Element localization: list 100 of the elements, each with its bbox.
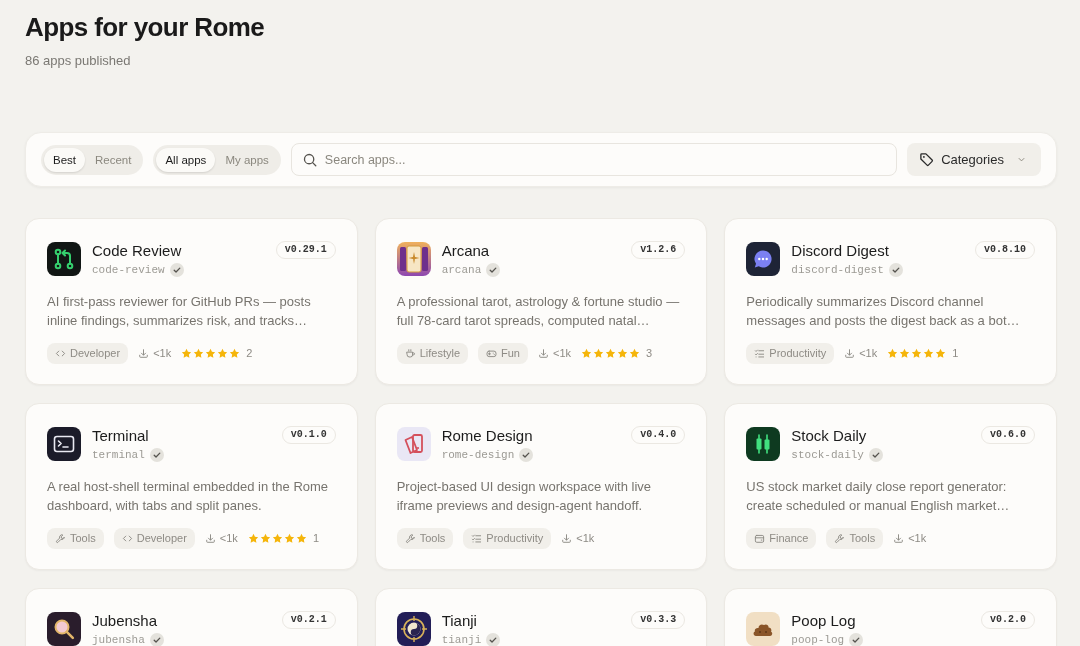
download-icon [138, 348, 150, 359]
app-name: Rome Design [441, 427, 533, 445]
app-card[interactable]: Tianji tianji v0.3.3 [374, 588, 708, 646]
wrench-icon [834, 533, 846, 544]
categories-button[interactable]: Categories [907, 143, 1041, 176]
chat-bubble-icon [746, 242, 781, 276]
app-name: Terminal [92, 427, 149, 445]
wallet-icon [754, 533, 766, 544]
version-badge: v0.2.0 [980, 611, 1035, 629]
code-icon [121, 533, 133, 544]
tag-label: Developer [136, 531, 187, 547]
app-slug: poop-log [791, 633, 845, 646]
app-card[interactable]: Rome Design rome-design v0.4.0 Project-based UI design workspace with live iframe previews and design-agent handoff. Tools Productivity <1k [374, 403, 708, 570]
download-count: <1k [908, 531, 927, 547]
yin-yang-icon [396, 612, 431, 646]
app-name: Arcana [441, 242, 490, 260]
app-slug: code-review [92, 263, 165, 278]
tag-label: Fun [501, 346, 520, 362]
star-icon [193, 348, 205, 359]
star-icon [887, 348, 899, 359]
page-title: Apps for your Rome [25, 11, 266, 44]
star-icon [283, 533, 295, 544]
version-badge: v0.4.0 [631, 426, 686, 444]
app-name: Poop Log [791, 612, 856, 630]
app-card[interactable]: Stock Daily stock-daily v0.6.0 US stock market daily close report generator: create scheduled or manual English market… Finance Tools <1k [724, 403, 1057, 570]
tag-label: Tools [419, 531, 446, 547]
star-icon [259, 533, 271, 544]
star-icon [247, 533, 259, 544]
star-icon [295, 533, 307, 544]
tag-label: Developer [70, 346, 121, 362]
tag-icon [919, 152, 935, 167]
version-badge: v1.2.6 [631, 241, 686, 259]
download-icon [893, 533, 905, 544]
checklist-icon [754, 348, 766, 359]
candlestick-icon [746, 427, 781, 461]
tag-label: Tools [849, 531, 876, 547]
star-icon [923, 348, 935, 359]
cup-icon [404, 348, 416, 359]
app-description: A professional tarot, astrology & fortune studio — full 78-card tarot spreads, computed natal… [396, 293, 681, 330]
star-icon [605, 348, 617, 359]
app-description: AI first-pass reviewer for GitHub PRs — posts inline findings, summarizes risk, and tracks… [47, 293, 312, 330]
download-icon [561, 533, 573, 544]
terminal-icon [47, 427, 81, 461]
star-icon [911, 348, 923, 359]
tag-label: Productivity [486, 531, 544, 547]
app-name: Tianji [441, 612, 477, 630]
rating-count: 1 [952, 346, 959, 362]
branch-icon [47, 242, 81, 276]
download-count: <1k [553, 346, 572, 362]
star-icon [629, 348, 641, 359]
version-badge: v0.29.1 [275, 241, 336, 259]
rating-count: 1 [312, 531, 319, 547]
rating-count: 3 [646, 346, 653, 362]
app-slug: arcana [441, 263, 482, 278]
app-card[interactable]: Terminal terminal v0.1.0 A real host-shell terminal embedded in the Rome dashboard, with tabs and split panes. Tools Developer <1k 1 [25, 403, 358, 570]
tarot-card-icon [396, 242, 431, 276]
checklist-icon [471, 533, 483, 544]
star-icon [229, 348, 241, 359]
version-badge: v0.1.0 [281, 426, 336, 444]
wrench-icon [404, 533, 416, 544]
star-icon [205, 348, 217, 359]
app-description: Project-based UI design workspace with live iframe previews and design-agent handoff. [396, 478, 652, 515]
app-description: Periodically summarizes Discord channel messages and posts the digest back as a bot… [746, 293, 1021, 330]
download-count: <1k [153, 346, 172, 362]
app-card[interactable]: Discord Digest discord-digest v0.8.10 Periodically summarizes Discord channel messages and posts the digest back as a bot… Productivity <1k 1 [724, 218, 1057, 385]
download-icon [538, 348, 549, 359]
search-field[interactable]: Search apps... [290, 143, 898, 176]
version-badge: v0.8.10 [974, 241, 1035, 259]
app-slug: tianji [441, 633, 482, 646]
download-count: <1k [219, 531, 238, 547]
version-badge: v0.2.1 [281, 611, 336, 629]
app-slug: rome-design [441, 448, 515, 463]
search-icon [302, 153, 317, 167]
app-slug: jubensha [92, 633, 145, 646]
app-name: Discord Digest [791, 242, 889, 260]
app-card[interactable]: Arcana arcana v1.2.6 A professional tarot, astrology & fortune studio — full 78-card tarot spreads, computed natal… Lifestyle Fun <1k 3 [374, 218, 708, 385]
app-card[interactable]: Code Review code-review v0.29.1 AI first-pass reviewer for GitHub PRs — posts inline findings, summarizes risk, and tracks… Developer <1k 2 [25, 218, 358, 385]
star-icon [581, 348, 593, 359]
tag-label: Lifestyle [419, 346, 460, 362]
star-icon [271, 533, 283, 544]
rating-count: 2 [246, 346, 253, 362]
wrench-icon [55, 533, 66, 544]
app-slug: discord-digest [791, 263, 884, 278]
app-slug: stock-daily [791, 448, 864, 463]
filter-tab[interactable]: Best [44, 147, 85, 172]
download-count: <1k [576, 531, 595, 547]
star-icon [617, 348, 629, 359]
poop-icon [746, 612, 781, 646]
download-icon [204, 533, 216, 544]
apps-count: 86 apps published [25, 52, 131, 70]
filter-tab[interactable]: All apps [156, 147, 216, 172]
tag-label: Tools [70, 531, 96, 547]
app-card[interactable]: Poop Log poop-log v0.2.0 [724, 588, 1057, 646]
app-name: Jubensha [92, 612, 158, 630]
code-icon [55, 348, 66, 359]
star-icon [217, 348, 229, 359]
tag-label: Productivity [769, 346, 827, 362]
star-icon [899, 348, 911, 359]
app-card[interactable]: Jubensha jubensha v0.2.1 [25, 588, 358, 646]
app-description: A real host-shell terminal embedded in the Rome dashboard, with tabs and split panes. [47, 478, 330, 515]
